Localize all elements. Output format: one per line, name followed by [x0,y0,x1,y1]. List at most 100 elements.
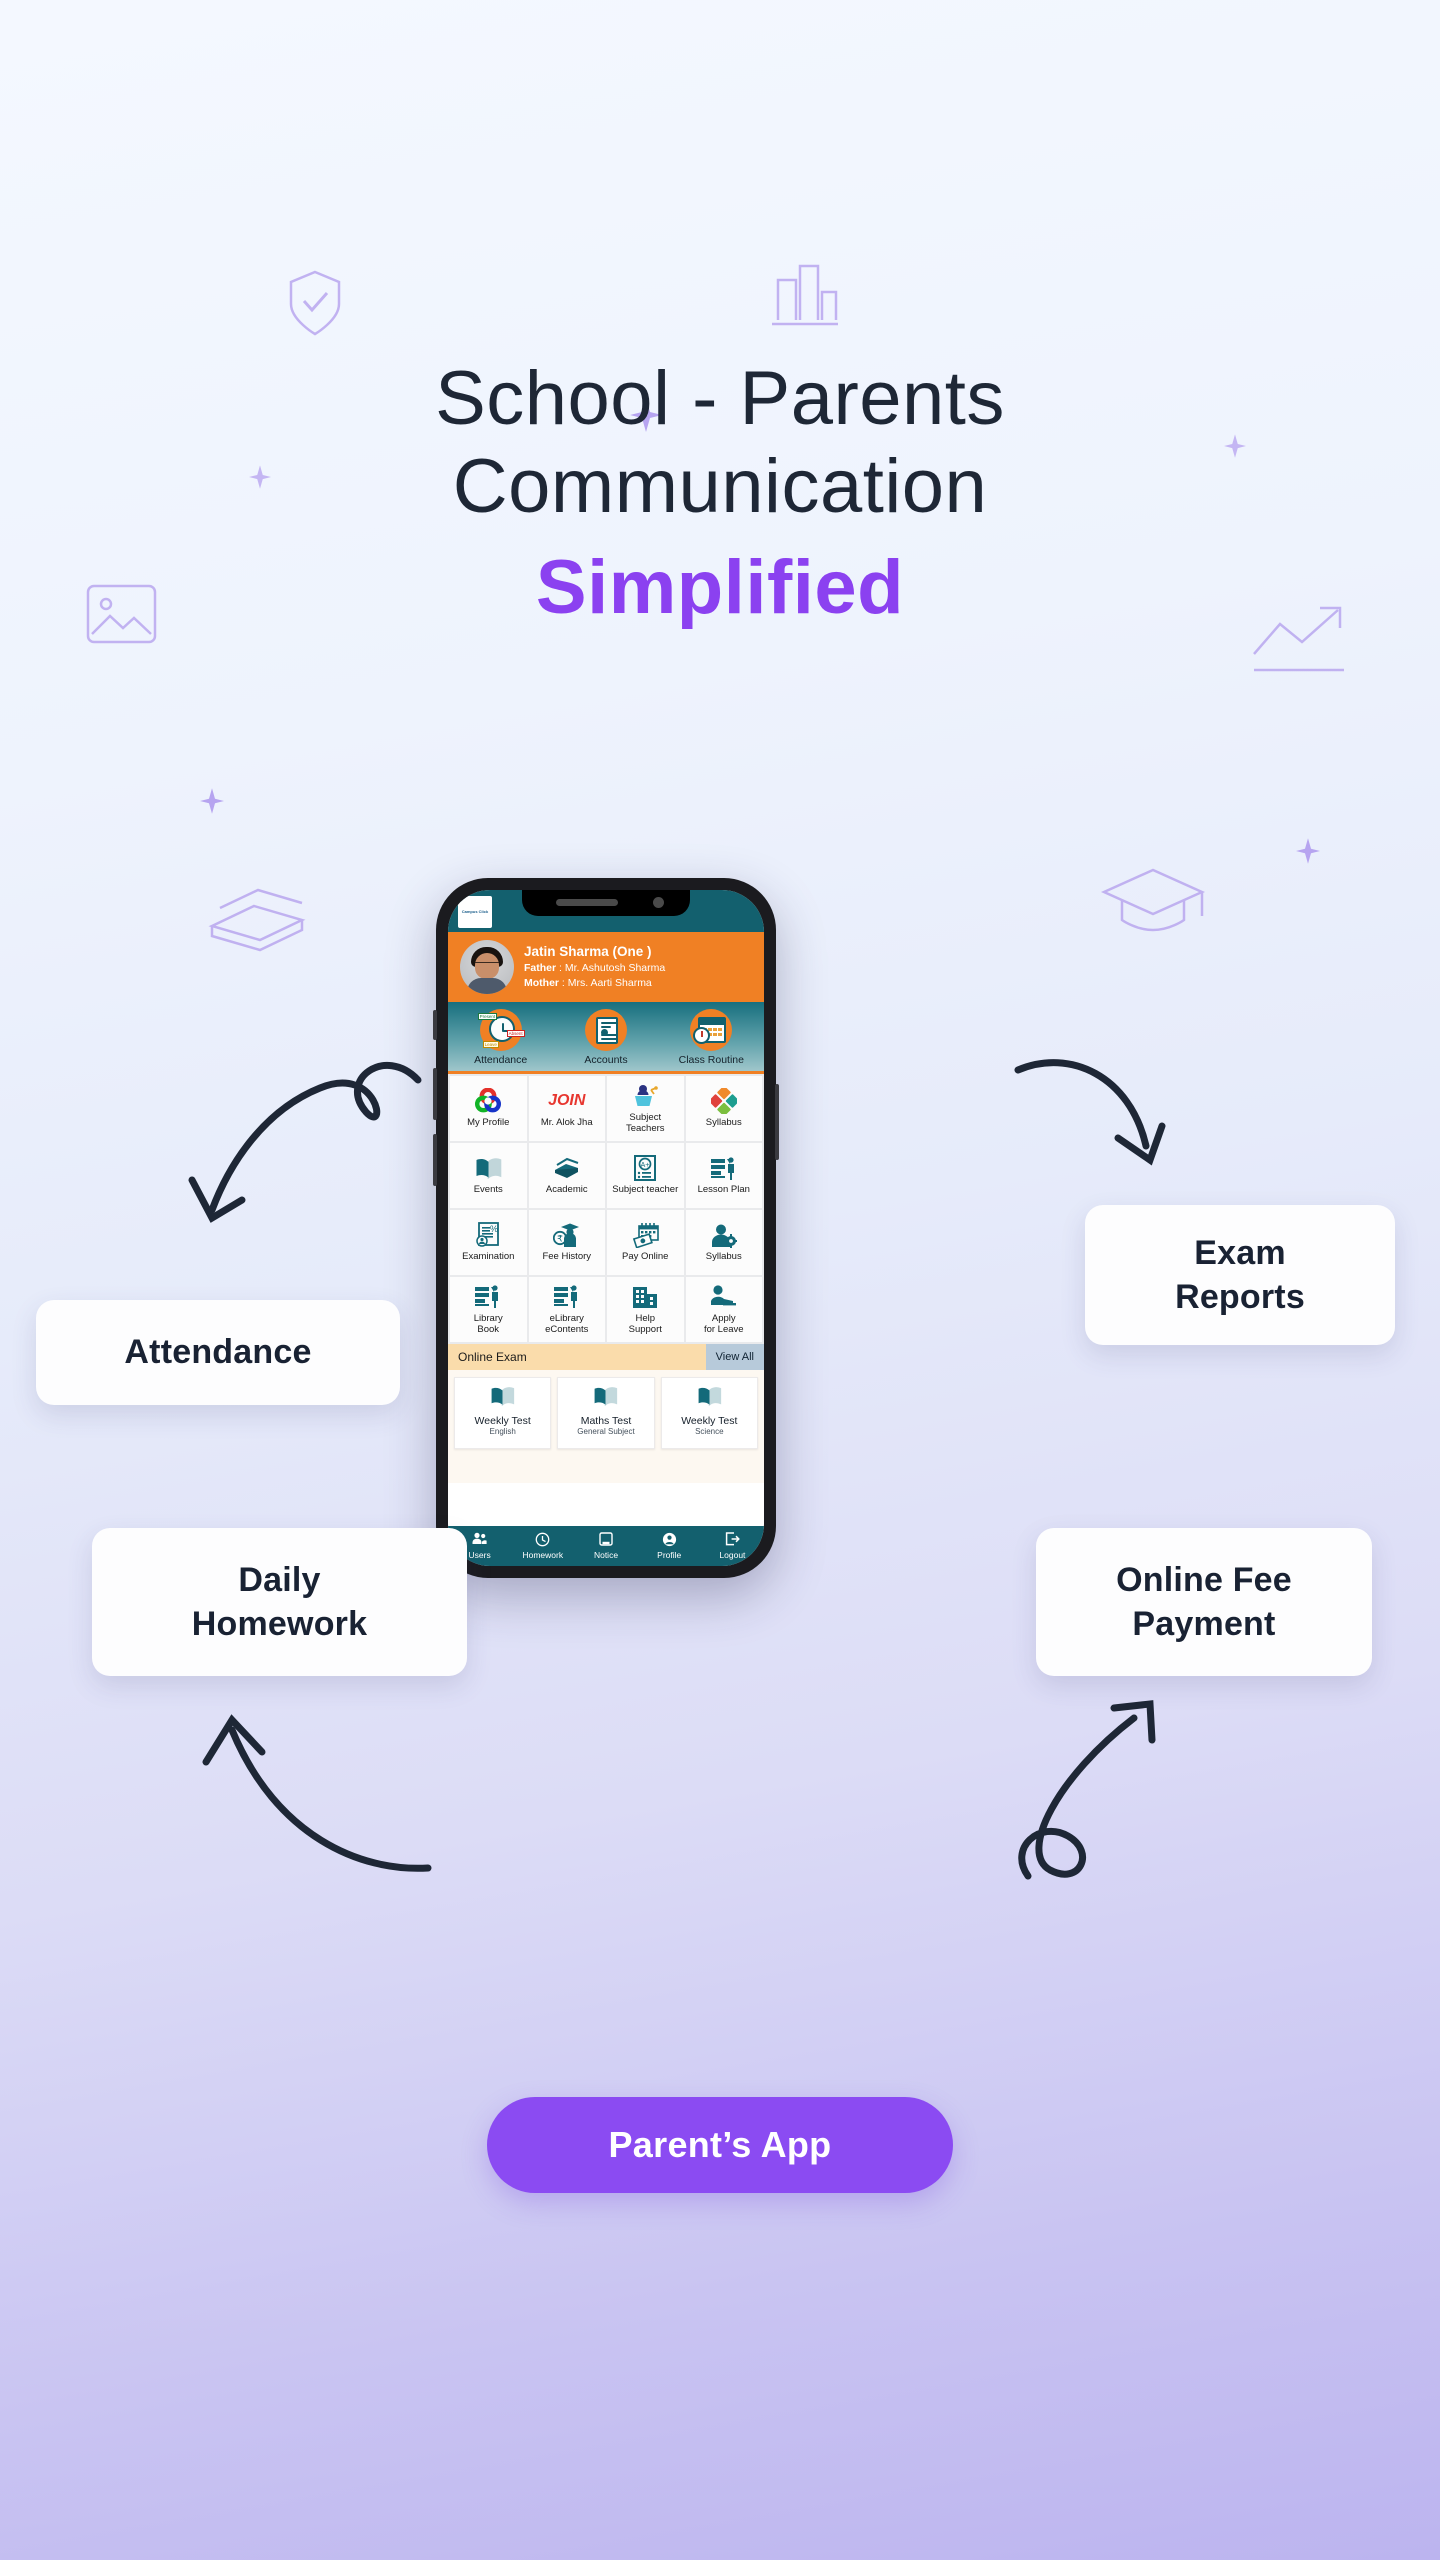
exam-subtitle: General Subject [577,1427,635,1436]
quick-action-label: Attendance [474,1054,528,1066]
phone-frame: Campus Click ERP Software Jatin Sharma (… [433,878,779,1578]
grid-item-my-profile[interactable]: My Profile [450,1076,527,1141]
exam-title: Weekly Test [474,1415,531,1427]
parents-app-button[interactable]: Parent’s App [487,2097,953,2193]
grid-item-fee-history[interactable]: ₹ Fee History [528,1210,605,1275]
arrow-exam-doodle [1014,1059,1166,1166]
parents-app-label: Parent’s App [608,2124,832,2165]
quick-action-label: Accounts [584,1054,628,1066]
callout-label: Exam Reports [1175,1233,1305,1316]
book-stack-doodle [208,888,306,952]
grid-item-label: My Profile [467,1117,510,1129]
grid-item-examination[interactable]: % Examination [450,1210,527,1275]
quick-action-accounts[interactable]: Accounts [553,1002,658,1071]
nav-item-notice[interactable]: Notice [574,1532,637,1560]
exam-card[interactable]: Maths Test General Subject [557,1377,655,1449]
exam-title: Weekly Test [681,1415,738,1427]
nav-label: Logout [719,1550,746,1560]
callout-label: Attendance [124,1333,312,1371]
join-text-icon: JOIN [548,1092,586,1110]
callout-label: Online Fee Payment [1116,1560,1292,1643]
clock-attendance-icon: Present Absent Leave [477,1009,525,1051]
exam-card[interactable]: Weekly Test English [454,1377,552,1449]
grid-item-apply-for-leave[interactable]: Apply for Leave [685,1277,762,1342]
quick-action-class-routine[interactable]: Class Routine [659,1002,764,1071]
view-all-button[interactable]: View All [705,1344,764,1370]
open-book-icon [666,1386,753,1411]
callout-attendance: Attendance [36,1300,400,1405]
phone-volume-down-button[interactable] [433,1134,437,1186]
father-label: Father [524,961,557,974]
mother-row: Mother : Mrs. Aarti Sharma [524,976,665,991]
sparkle-doodle [200,788,224,814]
headline-line-1: School - Parents [435,356,1005,441]
rgb-rings-icon [475,1088,502,1114]
quick-action-attendance[interactable]: Present Absent Leave Attendance [448,1002,553,1071]
grade-sheet-icon: A+ [634,1155,657,1182]
grid-item-library-book[interactable]: Library Book [450,1277,527,1342]
grid-item-label: Examination [462,1251,515,1263]
school-logo: Campus Click [458,896,492,928]
grid-item-subject-teachers[interactable]: Subject Teachers [607,1076,684,1141]
library-shelf-icon [710,1155,738,1181]
nav-item-homework[interactable]: Homework [511,1532,574,1560]
phone-mute-button[interactable] [433,1010,437,1040]
grid-item-label: Fee History [542,1251,592,1263]
accounts-document-icon [584,1009,627,1051]
student-avatar [460,940,514,994]
nav-label: Homework [522,1550,564,1560]
nav-item-profile[interactable]: Profile [638,1532,701,1560]
headline-line-3: Simplified [535,545,905,631]
feature-grid: My Profile JOIN Mr. Alok Jha Subject Tea… [448,1074,764,1344]
clock-icon [511,1532,574,1548]
book-stack-icon [553,1155,580,1181]
chart-growth-doodle [772,264,838,326]
grid-item-syllabus-2[interactable]: Syllabus [685,1210,762,1275]
phone-screen: Campus Click ERP Software Jatin Sharma (… [448,890,764,1566]
svg-text:₹: ₹ [557,1233,563,1243]
nav-label: Notice [593,1550,619,1560]
building-icon [632,1284,658,1310]
grid-item-lesson-plan[interactable]: Lesson Plan [685,1143,762,1208]
mother-label: Mother [524,977,559,990]
phone-notch [522,890,690,916]
grid-item-subject-teacher[interactable]: A+ Subject teacher [607,1143,684,1208]
logout-icon [701,1532,764,1548]
callout-online-fee-payment: Online Fee Payment [1036,1528,1372,1676]
phone-volume-up-button[interactable] [433,1068,437,1120]
grid-item-elibrary-econtents[interactable]: eLibrary eContents [528,1277,605,1342]
callout-label: Daily Homework [191,1560,368,1643]
nav-label: Profile [657,1550,682,1560]
callout-exam-reports: Exam Reports [1085,1205,1395,1345]
father-row: Father : Mr. Ashutosh Sharma [524,961,665,976]
exam-title: Maths Test [580,1415,632,1427]
exam-card[interactable]: Weekly Test Science [660,1377,758,1449]
grid-item-pay-online[interactable]: Pay Online [607,1210,684,1275]
exam-subtitle: Science [695,1427,724,1436]
phone-power-button[interactable] [775,1084,779,1160]
bottom-navigation: Users Homework Notice Profile Logout [448,1526,764,1566]
earpiece-speaker [556,899,618,906]
grid-item-syllabus[interactable]: Syllabus [685,1076,762,1141]
arrow-homework-doodle [202,1714,432,1872]
profile-icon [638,1532,701,1548]
user-gear-icon [711,1222,737,1248]
exam-percent-icon: % [476,1222,500,1248]
nav-item-logout[interactable]: Logout [701,1532,764,1560]
grid-item-events[interactable]: Events [450,1143,527,1208]
present-tag: Present [477,1013,498,1020]
grid-item-label: Pay Online [622,1251,669,1263]
arrow-attendance-doodle [188,1061,422,1223]
online-exam-title: Online Exam [458,1350,527,1364]
shield-check-doodle [289,270,341,336]
page-title: School - Parents Communication Simplifie… [0,355,1440,645]
grid-item-help-support[interactable]: Help Support [607,1277,684,1342]
grid-item-mr-alok-jha[interactable]: JOIN Mr. Alok Jha [528,1076,605,1141]
sparkle-doodle [1296,838,1320,864]
person-desk-icon [710,1284,737,1310]
grid-item-academic[interactable]: Academic [528,1143,605,1208]
grid-item-label: eLibrary eContents [545,1312,589,1335]
student-banner: Jatin Sharma (One ) Father : Mr. Ashutos… [448,932,764,1002]
graduate-rupee-icon: ₹ [553,1222,580,1248]
exam-subtitle: English [489,1427,516,1436]
